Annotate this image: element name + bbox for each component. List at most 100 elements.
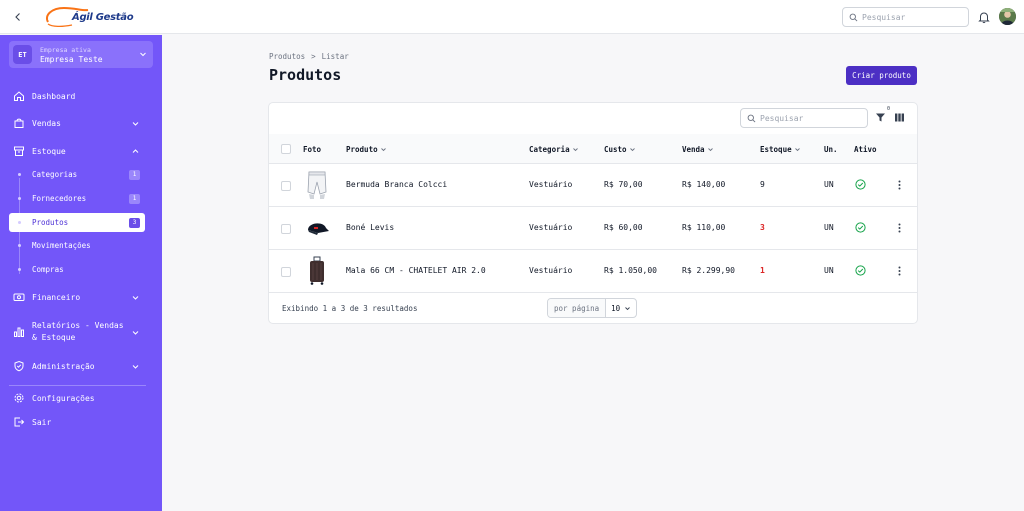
breadcrumb-link-produtos[interactable]: Produtos bbox=[269, 52, 305, 61]
table-search-input[interactable] bbox=[760, 113, 860, 123]
column-header-estoque[interactable]: Estoque bbox=[760, 145, 801, 154]
cell-estoque: 1 bbox=[760, 266, 765, 275]
sidebar-item-relatorios[interactable]: Relatórios - Vendas & Estoque bbox=[0, 319, 162, 345]
column-header-venda[interactable]: Venda bbox=[682, 145, 714, 154]
row-checkbox[interactable] bbox=[281, 267, 291, 277]
shield-check-icon bbox=[13, 360, 25, 372]
breadcrumb-separator: > bbox=[311, 52, 316, 61]
shopping-bag-icon bbox=[13, 117, 25, 129]
sidebar-item-label: Vendas bbox=[32, 118, 61, 128]
chevron-up-icon bbox=[132, 148, 139, 153]
chevron-down-icon bbox=[132, 295, 139, 300]
cell-estoque: 9 bbox=[760, 180, 765, 189]
page-title: Produtos bbox=[269, 66, 342, 84]
columns-icon bbox=[895, 113, 904, 122]
chevron-down-icon bbox=[794, 148, 800, 152]
sidebar-item-label: Relatórios - Vendas & Estoque bbox=[32, 321, 124, 342]
per-page-control: por página 10 bbox=[547, 298, 638, 318]
column-header-foto: Foto bbox=[303, 145, 322, 154]
column-header-categoria[interactable]: Categoria bbox=[529, 145, 579, 154]
pagination-summary: Exibindo 1 a 3 de 3 resultados bbox=[282, 304, 418, 313]
notifications-button[interactable] bbox=[977, 10, 991, 24]
back-button[interactable] bbox=[10, 9, 26, 25]
sidebar-item-configuracoes[interactable]: Configurações bbox=[0, 389, 162, 407]
sidebar-subitem-fornecedores[interactable]: Fornecedores 1 bbox=[9, 189, 145, 208]
filter-button[interactable] bbox=[875, 112, 886, 123]
sidebar-item-vendas[interactable]: Vendas bbox=[0, 114, 162, 132]
table-search[interactable] bbox=[740, 108, 868, 128]
check-circle-icon bbox=[855, 222, 866, 233]
top-bar: Ágil Gestão bbox=[0, 0, 1024, 34]
logout-icon bbox=[13, 416, 25, 428]
cell-custo: R$ 1.050,00 bbox=[604, 266, 657, 275]
home-icon bbox=[13, 90, 25, 102]
more-vertical-icon bbox=[898, 266, 900, 276]
top-search-input[interactable] bbox=[862, 12, 962, 22]
select-all-checkbox[interactable] bbox=[281, 144, 291, 154]
cell-produto[interactable]: Mala 66 CM - CHATELET AIR 2.0 bbox=[346, 266, 486, 275]
create-product-button[interactable]: Criar produto bbox=[846, 66, 917, 85]
breadcrumb: Produtos > Listar bbox=[269, 52, 349, 61]
top-search[interactable] bbox=[842, 7, 969, 27]
chevron-down-icon bbox=[707, 148, 713, 152]
sidebar-item-administracao[interactable]: Administração bbox=[0, 357, 162, 375]
chevron-down-icon bbox=[132, 364, 139, 369]
company-label: Empresa ativa bbox=[40, 45, 91, 54]
sidebar-item-dashboard[interactable]: Dashboard bbox=[0, 87, 162, 105]
cell-venda: R$ 2.299,90 bbox=[682, 266, 735, 275]
row-actions-button[interactable] bbox=[894, 265, 904, 277]
chevron-down-icon bbox=[625, 306, 631, 310]
sidebar-subitem-categorias[interactable]: Categorias 1 bbox=[9, 165, 145, 184]
cell-venda: R$ 140,00 bbox=[682, 180, 726, 189]
logo-text: Ágil Gestão bbox=[72, 11, 134, 23]
chevron-down-icon bbox=[132, 330, 139, 335]
user-avatar[interactable] bbox=[999, 8, 1016, 25]
chevron-down-icon bbox=[140, 52, 146, 57]
more-vertical-icon bbox=[898, 223, 900, 233]
sidebar-item-sair[interactable]: Sair bbox=[0, 413, 162, 431]
cell-categoria: Vestuário bbox=[529, 223, 573, 232]
table-row[interactable]: Mala 66 CM - CHATELET AIR 2.0 Vestuário … bbox=[269, 250, 917, 293]
product-thumbnail-suitcase bbox=[310, 256, 324, 285]
row-checkbox[interactable] bbox=[281, 224, 291, 234]
cell-unidade: UN bbox=[824, 223, 834, 232]
chevron-down-icon bbox=[132, 121, 139, 126]
bar-chart-icon bbox=[13, 326, 25, 338]
bullet-dot bbox=[18, 268, 21, 271]
per-page-select[interactable]: 10 bbox=[606, 299, 636, 317]
chevron-left-icon bbox=[15, 13, 20, 21]
count-badge: 1 bbox=[129, 169, 140, 180]
filter-icon bbox=[876, 113, 885, 122]
bullet-dot bbox=[18, 221, 21, 224]
app-logo[interactable]: Ágil Gestão bbox=[42, 5, 134, 29]
sidebar-item-label: Financeiro bbox=[32, 292, 81, 302]
column-header-produto[interactable]: Produto bbox=[346, 145, 387, 154]
columns-toggle-button[interactable] bbox=[894, 112, 905, 123]
column-header-custo[interactable]: Custo bbox=[604, 145, 636, 154]
cell-estoque: 3 bbox=[760, 223, 765, 232]
company-name: Empresa Teste bbox=[40, 54, 103, 64]
company-selector[interactable]: ET Empresa ativa Empresa Teste bbox=[9, 41, 153, 68]
cell-produto[interactable]: Boné Levis bbox=[346, 223, 394, 232]
search-icon bbox=[849, 13, 858, 21]
cell-venda: R$ 110,00 bbox=[682, 223, 726, 232]
sidebar: ET Empresa ativa Empresa Teste Dashboard… bbox=[0, 35, 162, 511]
bullet-dot bbox=[18, 173, 21, 176]
sidebar-item-financeiro[interactable]: Financeiro bbox=[0, 288, 162, 306]
bullet-dot bbox=[18, 244, 21, 247]
table-row[interactable]: Bermuda Branca Colcci Vestuário R$ 70,00… bbox=[269, 164, 917, 207]
sidebar-item-estoque[interactable]: Estoque bbox=[0, 142, 162, 160]
row-checkbox[interactable] bbox=[281, 181, 291, 191]
cell-produto[interactable]: Bermuda Branca Colcci bbox=[346, 180, 447, 189]
row-actions-button[interactable] bbox=[894, 222, 904, 234]
row-actions-button[interactable] bbox=[894, 179, 904, 191]
table-header: Foto Produto Categoria Custo Venda Estoq… bbox=[269, 134, 917, 164]
table-row[interactable]: Boné Levis Vestuário R$ 60,00 R$ 110,00 … bbox=[269, 207, 917, 250]
sidebar-item-label: Administração bbox=[32, 361, 95, 371]
sidebar-subitem-compras[interactable]: Compras bbox=[9, 260, 145, 279]
cell-categoria: Vestuário bbox=[529, 180, 573, 189]
sidebar-subitem-produtos[interactable]: Produtos 3 bbox=[9, 213, 145, 232]
sidebar-subitem-movimentacoes[interactable]: Movimentações bbox=[9, 236, 145, 255]
chevron-down-icon bbox=[629, 148, 635, 152]
subitem-label: Compras bbox=[32, 265, 64, 274]
